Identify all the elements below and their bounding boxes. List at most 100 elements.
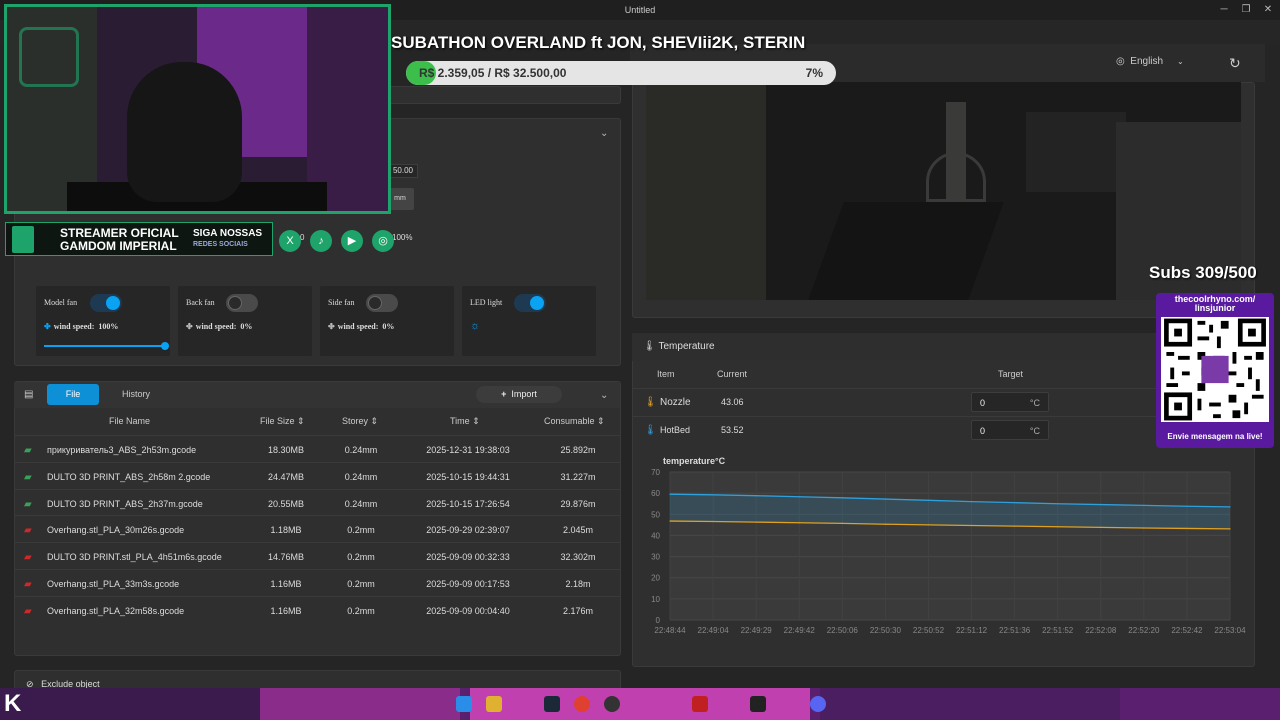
file-storey: 0.2mm bbox=[347, 579, 375, 589]
file-name: Overhang.stl_PLA_32m58s.gcode bbox=[47, 605, 185, 616]
file-time: 2025-09-29 02:39:07 bbox=[426, 525, 510, 536]
import-button[interactable]: + Import bbox=[476, 386, 562, 403]
chevron-down-icon[interactable]: ⌄ bbox=[600, 390, 608, 401]
y-tick-label: 10 bbox=[651, 595, 660, 604]
col-storey[interactable]: Storey ⇕ bbox=[342, 416, 378, 427]
led-light-toggle[interactable] bbox=[514, 294, 546, 312]
y-tick-label: 60 bbox=[651, 489, 660, 498]
y-tick-label: 30 bbox=[651, 553, 660, 562]
chart-plot-area bbox=[670, 472, 1230, 620]
table-row[interactable]: ▰ Overhang.stl_PLA_33m3s.gcode 1.16MB 0.2mm… bbox=[14, 569, 620, 596]
table-row[interactable]: ▰ DULTO 3D PRINT_ABS_2h37m.gcode 20.55MB 0.… bbox=[14, 488, 620, 516]
file-size: 1.18MB bbox=[270, 525, 302, 536]
file-name: прикуриватель3_ABS_2h53m.gcode bbox=[47, 445, 197, 455]
wind-label: wind speed: bbox=[337, 322, 379, 331]
file-time: 2025-09-09 00:04:40 bbox=[426, 605, 510, 616]
file-consumable: 2.176m bbox=[562, 605, 594, 616]
file-time: 2025-12-31 19:38:03 bbox=[426, 445, 510, 455]
x-tick-label: 22:51:52 bbox=[1042, 626, 1074, 635]
data-point bbox=[970, 501, 973, 503]
file-storey: 0.2mm bbox=[347, 525, 375, 536]
chrome-icon[interactable] bbox=[574, 696, 590, 712]
table-row[interactable]: ▰ DULTO 3D PRINT_ABS_2h58m 2.gcode 24.47MB… bbox=[14, 461, 620, 489]
discord-icon[interactable] bbox=[810, 696, 826, 712]
fan-card-led: LED light ☼ bbox=[462, 286, 596, 356]
model-fan-slider[interactable] bbox=[44, 342, 169, 350]
sort-icon: ⇕ bbox=[370, 416, 379, 426]
subathon-title: SUBATHON OVERLAND ft JON, SHEVIii2K, STE… bbox=[391, 33, 806, 52]
table-row[interactable]: ▰ Overhang.stl_PLA_32m58s.gcode 1.16MB 0.2m… bbox=[14, 595, 620, 623]
refresh-icon[interactable]: ↻ bbox=[1229, 55, 1241, 72]
x-tick-label: 22:52:42 bbox=[1171, 626, 1203, 635]
sponsor-banner: STREAMER OFICIAL GAMDOM IMPERIAL SIGA NO… bbox=[5, 222, 273, 256]
thermometer-icon: 🌡︎ bbox=[643, 341, 656, 352]
table-row[interactable]: ▰ Overhang.stl_PLA_30m26s.gcode 1.18MB 0.2m… bbox=[14, 515, 620, 542]
maximize-icon[interactable]: ❐ bbox=[1234, 0, 1258, 20]
col-label: Consumable bbox=[544, 416, 595, 426]
taskbar: K bbox=[0, 688, 1280, 720]
temp-col-target: Target bbox=[998, 369, 1024, 379]
tab-history[interactable]: History bbox=[122, 389, 150, 399]
gcode-file-icon: ▰ bbox=[24, 552, 32, 564]
data-point bbox=[798, 522, 800, 524]
start-icon[interactable] bbox=[456, 696, 472, 712]
file-storey: 0.24mm bbox=[344, 445, 378, 455]
folder-icon[interactable] bbox=[486, 696, 502, 712]
temperature-label: Temperature bbox=[658, 341, 715, 352]
nozzle-thermo-icon: 🌡︎ bbox=[644, 397, 657, 408]
x-tick-label: 22:50:06 bbox=[827, 626, 859, 635]
close-icon[interactable]: ✕ bbox=[1256, 0, 1280, 20]
sort-icon: ⇕ bbox=[297, 416, 305, 426]
model-fan-toggle[interactable] bbox=[90, 294, 122, 312]
y-tick-label: 20 bbox=[651, 574, 660, 583]
file-name: DULTO 3D PRINT_ABS_2h37m.gcode bbox=[47, 498, 203, 509]
table-row[interactable]: ▰ DULTO 3D PRINT.stl_PLA_4h51m6s.gcode 14.… bbox=[14, 542, 620, 569]
data-point bbox=[669, 520, 671, 522]
hotbed-label: HotBed bbox=[660, 425, 691, 435]
col-time[interactable]: Time ⇕ bbox=[450, 416, 480, 427]
obs-icon[interactable] bbox=[604, 696, 620, 712]
terminal-icon[interactable] bbox=[750, 696, 766, 712]
qr-handle-2: linsjunior bbox=[1194, 303, 1236, 313]
tab-file[interactable]: File bbox=[47, 384, 99, 405]
side-fan-toggle[interactable] bbox=[366, 294, 398, 312]
data-point bbox=[1229, 506, 1231, 508]
back-fan-toggle[interactable] bbox=[226, 294, 258, 312]
data-point bbox=[841, 497, 843, 499]
data-point bbox=[841, 522, 843, 524]
hotbed-target-input[interactable]: 0 °C bbox=[971, 420, 1049, 440]
data-point bbox=[1100, 526, 1102, 528]
data-point bbox=[1057, 526, 1059, 528]
nozzle-target-input[interactable]: 0 °C bbox=[971, 392, 1049, 412]
data-point bbox=[970, 524, 973, 527]
minimize-icon[interactable]: ─ bbox=[1212, 0, 1236, 20]
data-point bbox=[798, 496, 800, 498]
nozzle-unit: °C bbox=[1029, 398, 1040, 408]
hotbed-current: 53.52 bbox=[721, 425, 744, 435]
youtube-icon: ▶ bbox=[341, 230, 363, 252]
col-consumable[interactable]: Consumable ⇕ bbox=[544, 416, 605, 427]
fan-name: Back fan bbox=[186, 298, 215, 307]
data-point bbox=[927, 499, 930, 501]
temp-col-current: Current bbox=[717, 369, 748, 379]
gcode-file-icon: ▰ bbox=[24, 605, 32, 617]
chevron-down-icon[interactable]: ⌄ bbox=[600, 128, 608, 139]
language-selector[interactable]: ◎ English ⌄ bbox=[1116, 56, 1184, 67]
gcode-file-icon: ▰ bbox=[24, 579, 32, 590]
app-icon[interactable] bbox=[692, 696, 708, 712]
data-point bbox=[1186, 505, 1188, 507]
data-point bbox=[1014, 502, 1016, 504]
file-size: 24.47MB bbox=[267, 471, 305, 482]
col-file-size[interactable]: File Size ⇕ bbox=[260, 416, 305, 427]
data-point bbox=[1143, 527, 1145, 529]
exclude-object-panel[interactable] bbox=[14, 670, 621, 690]
instagram-icon: ◎ bbox=[372, 230, 394, 252]
x-tick-label: 22:50:52 bbox=[913, 626, 945, 635]
bulb-icon: ☼ bbox=[470, 320, 481, 332]
file-time: 2025-09-09 00:17:53 bbox=[426, 579, 510, 589]
table-row[interactable]: ▰ прикуриватель3_ABS_2h53m.gcode 18.30MB 0.… bbox=[14, 435, 620, 462]
file-consumable: 2.045m bbox=[562, 525, 594, 536]
steam-icon[interactable] bbox=[544, 696, 560, 712]
file-time: 2025-10-15 17:26:54 bbox=[426, 498, 510, 509]
x-tick-label: 22:49:29 bbox=[741, 626, 773, 635]
